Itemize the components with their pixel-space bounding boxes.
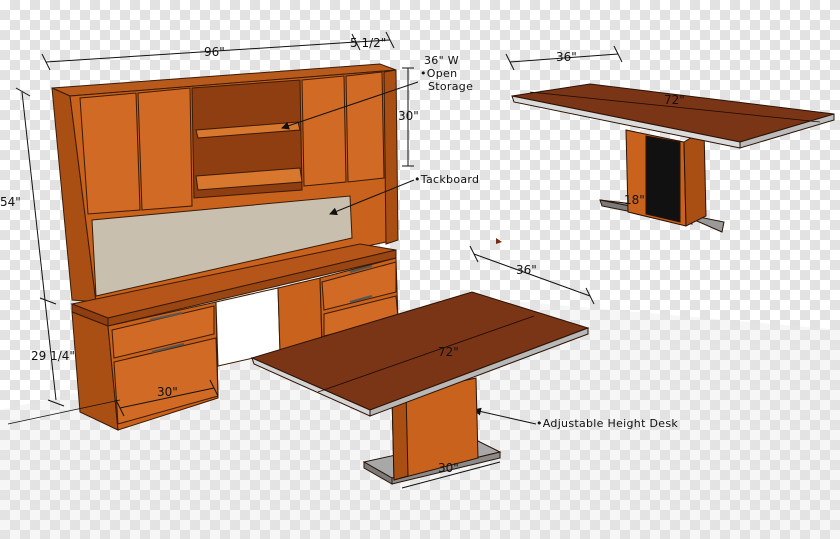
callout-tackboard: •Tackboard bbox=[414, 173, 479, 186]
hutch-door-1 bbox=[79, 92, 141, 215]
diagram-canvas: 96" 5 1/2" 54" 30" 29 1/4" 30" 36" 72" 1… bbox=[0, 31, 840, 539]
label-hutch-depth: 5 1/2" bbox=[350, 36, 386, 50]
label-table-base-depth: 18" bbox=[624, 193, 645, 207]
label-pedestal-width: 30" bbox=[157, 385, 178, 399]
callout-open-storage-sub: Storage bbox=[428, 80, 473, 93]
callout-adjustable-desk: •Adjustable Height Desk bbox=[536, 417, 678, 430]
table-pedestal-gap bbox=[645, 135, 681, 223]
hutch-door-2 bbox=[137, 87, 193, 211]
stray-mark bbox=[496, 238, 502, 244]
label-table-top-width: 36" bbox=[556, 50, 577, 64]
callout-open-storage-width: 36" W bbox=[424, 54, 459, 67]
label-hutch-height: 30" bbox=[398, 109, 419, 123]
label-desk-base-width: 30" bbox=[438, 461, 459, 475]
hutch-door-3 bbox=[301, 75, 347, 187]
furniture-dimension-diagram: 96" 5 1/2" 54" 30" 29 1/4" 30" 36" 72" 1… bbox=[0, 0, 840, 539]
label-table-top-length: 72" bbox=[664, 93, 685, 107]
label-desk-top-width: 36" bbox=[516, 263, 537, 277]
callout-open-storage-title: •Open bbox=[420, 67, 457, 80]
hutch-door-4 bbox=[345, 71, 385, 183]
label-credenza-width: 96" bbox=[204, 45, 225, 59]
label-desk-height: 29 1/4" bbox=[31, 349, 75, 363]
label-desk-top-length: 72" bbox=[438, 345, 459, 359]
label-total-height: 54" bbox=[0, 195, 21, 209]
